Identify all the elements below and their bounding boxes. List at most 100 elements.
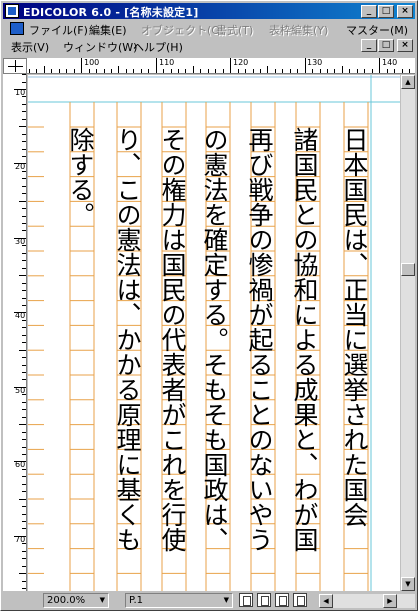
ruler-tick — [19, 498, 26, 500]
ruler-tick — [289, 69, 291, 73]
title-bar[interactable]: EDICOLOR 6.0 - [名称未設定1] _ □ × — [3, 3, 415, 19]
page-dropdown-icon: ▼ — [223, 596, 229, 604]
ruler-tick — [66, 69, 68, 73]
ruler-tick — [22, 588, 26, 589]
ruler-tick — [22, 483, 26, 485]
menu-help[interactable]: ヘルプ(H) — [133, 39, 183, 55]
ruler-tick — [22, 185, 26, 187]
ruler-tick — [371, 69, 373, 73]
scroll-thumb[interactable] — [401, 263, 415, 276]
text-column-3[interactable]: 再び戦争の惨禍が起ることのないやう — [245, 127, 274, 552]
h-ruler-label: 130 — [307, 58, 323, 67]
doc-close-button[interactable]: × — [397, 39, 413, 52]
vertical-ruler[interactable]: 10 20 30 40 50 60 70 — [3, 74, 27, 591]
scroll-right-button[interactable]: ▶ — [383, 594, 397, 608]
document-canvas[interactable]: 日本国民は、正当に選挙された国会 諸国民との協和による成果と、わが国 再び戦争の… — [28, 75, 400, 591]
menu-edit[interactable]: 編集(E) — [89, 22, 127, 38]
menu-file[interactable]: ファイル(F) — [29, 22, 88, 38]
window-title: EDICOLOR 6.0 - [名称未設定1] — [23, 6, 199, 19]
ruler-tick — [148, 69, 150, 73]
menu-format[interactable]: 書式(T) — [216, 22, 253, 38]
vertical-scrollbar[interactable]: ▲ ▼ — [401, 75, 415, 591]
ruler-tick — [22, 372, 26, 373]
ruler-tick — [22, 193, 26, 195]
ruler-origin[interactable] — [3, 58, 27, 74]
ruler-tick — [14, 461, 26, 463]
ruler-tick — [22, 178, 26, 180]
ruler-tick — [22, 215, 26, 217]
h-ruler-label: 110 — [159, 58, 175, 67]
ruler-tick — [29, 69, 30, 73]
ruler-tick — [14, 237, 26, 239]
ruler-tick — [22, 267, 26, 269]
text-column-6[interactable]: り、この憲法は、かかる原理に基くも — [113, 127, 142, 552]
spread-icon[interactable] — [257, 593, 271, 607]
zoom-dropdown-icon: ▼ — [99, 596, 105, 604]
doc-minimize-button[interactable]: _ — [361, 39, 377, 52]
ruler-tick — [22, 304, 26, 306]
ruler-tick — [394, 69, 395, 73]
ruler-tick — [19, 424, 26, 426]
ruler-tick — [22, 357, 26, 359]
ruler-tick — [364, 69, 366, 73]
master-page-icon[interactable] — [275, 593, 289, 607]
ruler-tick — [118, 66, 120, 73]
ruler-tick — [22, 468, 26, 470]
ruler-tick — [22, 453, 26, 455]
scroll-up-button[interactable]: ▲ — [401, 75, 415, 89]
ruler-tick — [22, 245, 26, 247]
ruler-tick — [22, 364, 26, 366]
ruler-tick — [386, 69, 388, 73]
menu-master[interactable]: マスター(M) — [346, 22, 408, 38]
ruler-tick — [14, 163, 26, 165]
ruler-tick — [22, 580, 26, 582]
ruler-tick — [43, 66, 45, 73]
ruler-tick — [22, 260, 26, 262]
ruler-tick — [200, 69, 202, 73]
zoom-value: 200.0% — [47, 595, 86, 606]
minimize-button[interactable]: _ — [361, 5, 377, 18]
ruler-tick — [22, 506, 26, 508]
ruler-tick — [19, 200, 26, 202]
ruler-tick — [22, 528, 26, 530]
doc-restore-button[interactable]: □ — [378, 39, 394, 52]
h-ruler-label: 120 — [233, 58, 249, 67]
ruler-tick — [252, 69, 254, 73]
menu-window[interactable]: ウィンドウ(W) — [63, 39, 137, 55]
zoom-select[interactable]: 200.0% ▼ — [43, 593, 109, 608]
close-button[interactable]: × — [397, 5, 413, 18]
ruler-tick — [334, 69, 336, 73]
horizontal-scrollbar[interactable]: ◀ ▶ — [319, 594, 415, 608]
app-window: EDICOLOR 6.0 - [名称未設定1] _ □ × ファイル(F) 編集… — [0, 0, 418, 611]
text-column-4[interactable]: の憲法を確定する。そもそも国政は、 — [200, 127, 229, 552]
ruler-tick — [341, 66, 343, 73]
ruler-tick — [155, 58, 157, 73]
text-column-1[interactable]: 日本国民は、正当に選挙された国会 — [340, 127, 369, 527]
ruler-tick — [19, 349, 26, 351]
menu-object[interactable]: オブジェクト(O) — [141, 22, 224, 38]
ruler-tick — [282, 69, 284, 73]
ruler-tick — [408, 69, 410, 73]
ruler-tick — [22, 148, 26, 150]
scroll-down-button[interactable]: ▼ — [401, 577, 415, 591]
menu-table-edit[interactable]: 表枠編集(Y) — [269, 22, 328, 38]
text-column-2[interactable]: 諸国民との協和による成果と、わが国 — [290, 127, 319, 552]
ruler-tick — [22, 401, 26, 403]
ruler-tick — [22, 118, 26, 120]
document-icon[interactable] — [10, 22, 24, 35]
ruler-tick — [22, 379, 26, 381]
text-column-5[interactable]: その権力は国民の代表者がこれを行使 — [158, 127, 187, 552]
ruler-tick — [22, 74, 26, 75]
horizontal-ruler[interactable]: 100 110 120 130 140 — [27, 58, 415, 74]
ruler-tick — [304, 58, 306, 73]
page-select[interactable]: P.1 ▼ — [125, 593, 233, 608]
scroll-left-button[interactable]: ◀ — [319, 594, 333, 608]
ruler-tick — [88, 69, 90, 73]
app-icon[interactable] — [5, 4, 19, 18]
ruler-tick — [22, 416, 26, 418]
page-icon[interactable] — [239, 593, 253, 607]
page-list-icon[interactable] — [293, 593, 307, 607]
maximize-button[interactable]: □ — [378, 5, 394, 18]
menu-view[interactable]: 表示(V) — [11, 39, 49, 55]
text-column-7[interactable]: 除する。 — [66, 127, 95, 227]
